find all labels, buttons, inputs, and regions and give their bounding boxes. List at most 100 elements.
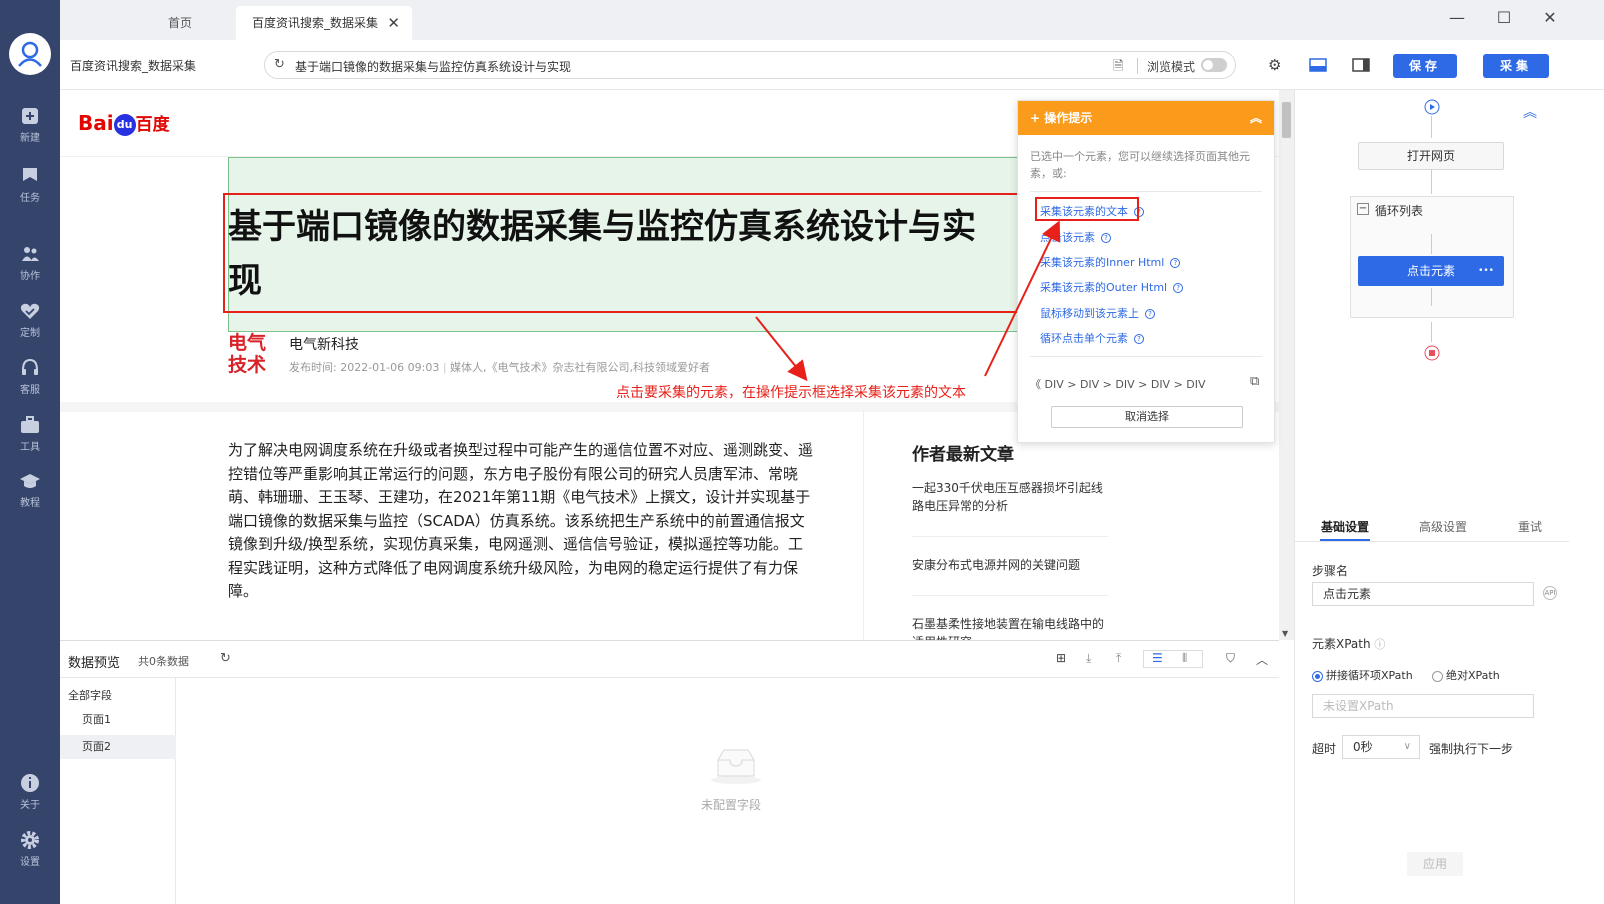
nav-support[interactable]: 客服 — [0, 357, 60, 407]
help-icon[interactable]: ? — [1173, 283, 1184, 293]
add-field-icon[interactable]: ⊞ — [1056, 651, 1066, 665]
column-view-icon[interactable]: ⦀ — [1182, 651, 1187, 666]
toolbox-icon — [21, 416, 39, 433]
action-hover[interactable]: 鼠标移动到该元素上? — [1040, 305, 1155, 321]
browse-mode-toggle[interactable] — [1201, 58, 1227, 72]
headset-icon — [22, 358, 38, 375]
tab-close-icon[interactable]: ✕ — [387, 6, 400, 40]
collapse-flow-icon[interactable]: ︽ — [1523, 102, 1537, 122]
api-icon[interactable]: API — [1543, 586, 1557, 600]
action-loop-click[interactable]: 循环点击单个元素? — [1040, 330, 1144, 346]
filter-icon[interactable]: ⛉ — [1226, 651, 1235, 666]
chevron-down-icon: ∨ — [1403, 741, 1411, 752]
tab-basic-settings[interactable]: 基础设置 — [1321, 518, 1369, 535]
field-all[interactable]: 全部字段 — [60, 684, 176, 708]
empty-message: 未配置字段 — [701, 798, 762, 812]
loop-collapse-icon[interactable]: − — [1357, 203, 1369, 215]
minimize-icon[interactable]: — — [1447, 8, 1467, 27]
expand-up-icon[interactable]: ︿ — [1256, 651, 1268, 668]
nav-collab[interactable]: 协作 — [0, 243, 60, 293]
gear-icon — [21, 831, 39, 849]
breadcrumb-path[interactable]: 《 DIV > DIV > DIV > DIV > DIV — [1030, 378, 1206, 391]
side-article-1[interactable]: 一起330千伏电压互感器损坏引起线路电压异常的分析 — [912, 479, 1112, 515]
field-page1[interactable]: 页面1 — [60, 708, 176, 732]
help-icon[interactable]: ? — [1170, 258, 1181, 268]
collect-button[interactable]: 采集 — [1483, 54, 1549, 78]
tab-home[interactable]: 首页 — [120, 6, 240, 40]
upload-icon[interactable]: ⤒ — [1116, 651, 1121, 666]
flow-node-click[interactable]: 点击元素 ••• — [1358, 256, 1504, 286]
radio-dot-checked — [1312, 670, 1323, 682]
maximize-icon[interactable]: ☐ — [1494, 8, 1514, 27]
timeout-label: 超时 — [1312, 742, 1337, 756]
save-button[interactable]: 保存 — [1393, 54, 1457, 78]
nav-tools[interactable]: 工具 — [0, 414, 60, 464]
author-description: 媒体人,《电气技术》杂志社有限公司,科技领域爱好者 — [450, 361, 711, 374]
author-logo[interactable]: 电气 技术 — [228, 332, 276, 378]
side-article-2[interactable]: 安康分布式电源并网的关键问题 — [912, 556, 1112, 574]
timeout-select[interactable]: 0秒 ∨ — [1342, 735, 1420, 759]
url-bar[interactable]: ↻ 基于端口镜像的数据采集与监控仿真系统设计与实现 🗎 浏览模式 — [264, 51, 1236, 79]
publish-info: 发布时间: 2022-01-06 09:03 | 媒体人,《电气技术》杂志社有限… — [289, 361, 711, 374]
page-name: 百度资讯搜索_数据采集 — [70, 59, 197, 73]
browse-mode-label: 浏览模式 — [1147, 60, 1196, 74]
cancel-selection-button[interactable]: 取消选择 — [1051, 406, 1243, 428]
nav-custom[interactable]: 定制 — [0, 300, 60, 350]
xpath-help-icon[interactable]: ⓘ — [1374, 638, 1385, 651]
tabs-divider — [1295, 541, 1569, 542]
window-close-icon[interactable]: ✕ — [1540, 8, 1560, 27]
field-page2[interactable]: 页面2 — [60, 735, 176, 759]
action-collect-outer-html[interactable]: 采集该元素的Outer Html? — [1040, 279, 1184, 295]
element-breadcrumb[interactable]: 《 DIV > DIV > DIV > DIV > DIV ⧉ — [1030, 374, 1259, 392]
action-inner-label: 采集该元素的Inner Html — [1040, 256, 1165, 269]
app-logo[interactable] — [9, 33, 51, 75]
download-icon[interactable]: ⤓ — [1086, 651, 1091, 666]
tab-advanced-settings[interactable]: 高级设置 — [1419, 518, 1467, 535]
list-view-icon[interactable]: ☰ — [1152, 651, 1163, 665]
article-body[interactable]: 为了解决电网调度系统在升级或者换型过程中可能产生的遥信位置不对应、遥测跳变、遥控… — [228, 439, 818, 604]
timeout-value: 0秒 — [1353, 740, 1373, 754]
url-text[interactable]: 基于端口镜像的数据采集与监控仿真系统设计与实现 — [295, 58, 571, 75]
tab-active[interactable]: 百度资讯搜索_数据采集 ✕ — [236, 6, 412, 40]
collapse-icon[interactable]: ︽ — [1250, 101, 1262, 135]
plus-icon — [22, 108, 38, 124]
annotation-instruction: 点击要采集的元素，在操作提示框选择采集该元素的文本 — [616, 385, 966, 401]
heart-check-icon — [20, 303, 40, 319]
refresh-icon[interactable]: ↻ — [220, 651, 231, 666]
document-icon[interactable]: 🗎 — [1113, 57, 1123, 79]
layout-side-icon[interactable] — [1352, 58, 1370, 72]
start-icon — [1424, 99, 1440, 115]
settings-gear-icon[interactable]: ⚙ — [1268, 56, 1281, 74]
baidu-logo[interactable]: Bai du 百度 — [78, 110, 170, 136]
flow-node-open-page[interactable]: 打开网页 — [1358, 142, 1504, 170]
nav-tools-label: 工具 — [20, 442, 40, 453]
author-name[interactable]: 电气新科技 — [289, 334, 359, 354]
nav-tasks[interactable]: 任务 — [0, 165, 60, 215]
help-icon[interactable]: ? — [1101, 233, 1111, 243]
nav-about[interactable]: 关于 — [0, 772, 60, 822]
help-icon[interactable]: ? — [1134, 334, 1144, 344]
tab-retry[interactable]: 重试 — [1518, 518, 1542, 535]
nav-tutorial[interactable]: 教程 — [0, 470, 60, 520]
address-row: 百度资讯搜索_数据采集 ↻ 基于端口镜像的数据采集与监控仿真系统设计与实现 🗎 … — [60, 40, 1604, 90]
more-icon[interactable]: ••• — [1478, 256, 1494, 286]
layout-bottom-icon[interactable] — [1309, 58, 1327, 72]
flag-icon — [23, 168, 37, 181]
nav-settings[interactable]: 设置 — [0, 829, 60, 879]
radio-concat-xpath[interactable]: 拼接循环项XPath — [1312, 667, 1413, 683]
side-article-3[interactable]: 石墨基柔性接地装置在输电线路中的适用性研究 — [912, 615, 1112, 640]
external-link-icon[interactable]: ⧉ — [1250, 374, 1259, 389]
webview-scrollbar[interactable]: ▼ — [1279, 90, 1294, 640]
action-click[interactable]: 点击该元素? — [1040, 229, 1111, 245]
help-icon[interactable]: ? — [1145, 309, 1155, 319]
radio-absolute-xpath[interactable]: 绝对XPath — [1432, 667, 1500, 683]
scroll-down-icon[interactable]: ▼ — [1282, 629, 1288, 638]
nav-new[interactable]: 新建 — [0, 105, 60, 155]
xpath-input[interactable]: 未设置XPath — [1312, 694, 1534, 718]
reload-icon[interactable]: ↻ — [274, 57, 285, 72]
apply-button[interactable]: 应用 — [1407, 852, 1463, 876]
step-name-input[interactable]: 点击元素 — [1312, 582, 1534, 606]
action-collect-inner-html[interactable]: 采集该元素的Inner Html? — [1040, 254, 1181, 270]
scrollbar-thumb[interactable] — [1282, 102, 1291, 138]
flow-connector — [1431, 288, 1432, 306]
